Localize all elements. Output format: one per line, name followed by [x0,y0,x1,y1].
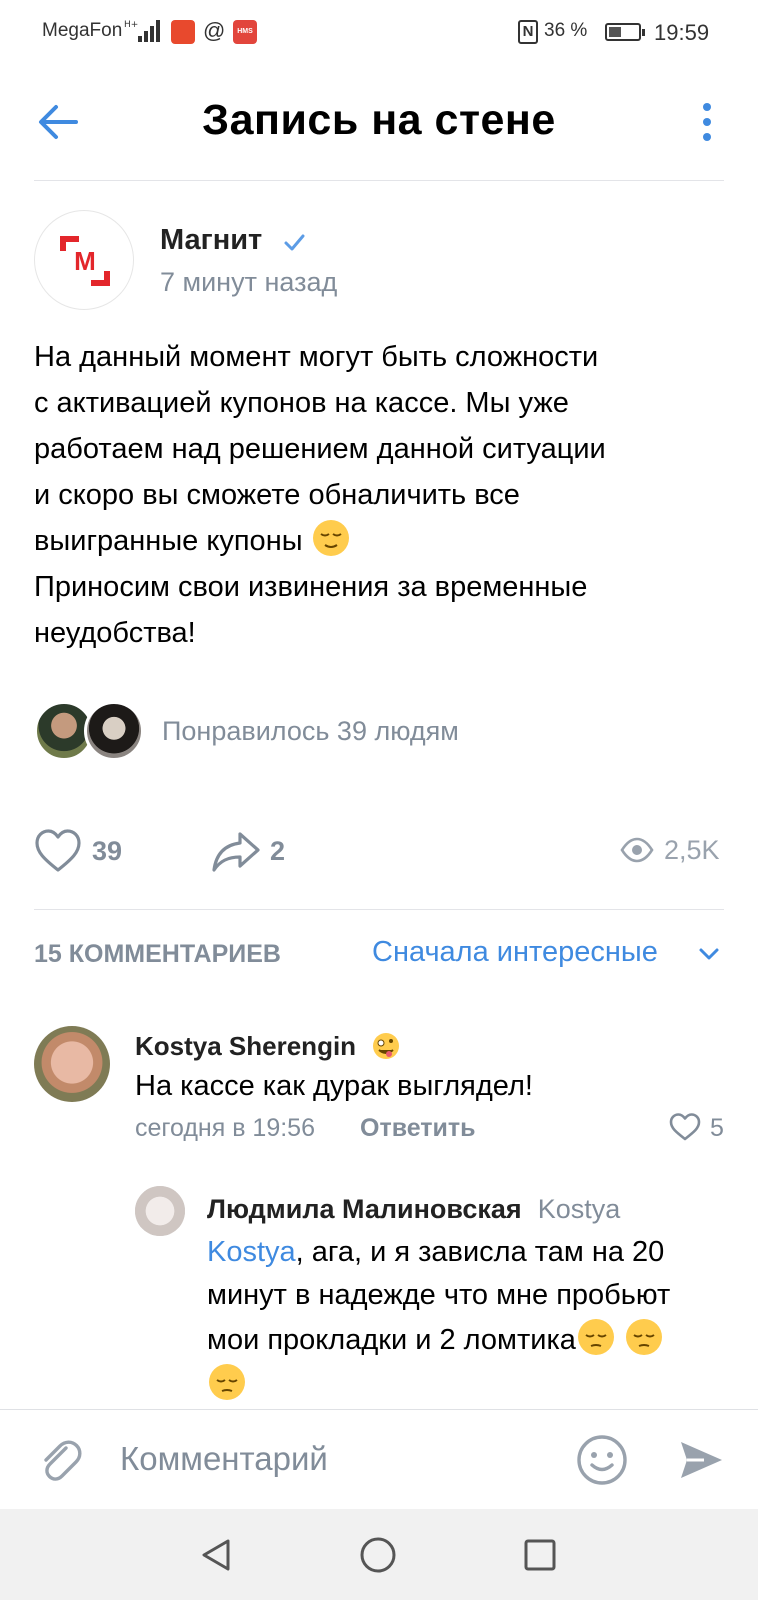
liked-by-text[interactable]: Понравилось 39 людям [162,716,459,747]
nav-home-icon[interactable] [358,1535,398,1575]
system-nav-bar [0,1509,758,1600]
author-avatar[interactable]: М [34,210,134,310]
eye-icon [620,837,654,863]
battery-icon [605,23,645,41]
at-icon: @ [203,18,226,43]
post-line: работаем над решением данной ситуации [34,433,606,465]
post-time: 7 минут назад [160,267,338,297]
post-line: Приносим свои извинения за временные [34,571,588,603]
avatar [84,701,144,761]
comment-author[interactable]: Kostya Sherengin [135,1031,356,1062]
status-bar: MegaFon H+ @ HMS N 36 % 19:59 [0,0,758,64]
reply-avatar[interactable] [135,1186,185,1236]
battery-percent: 36 % [544,20,588,41]
signal-icon: H+ [124,20,160,42]
comment-composer: Комментарий [0,1409,758,1509]
top-bar: Запись на стене [0,64,758,182]
reply-to[interactable]: Kostya [538,1194,621,1224]
post-line: На данный момент могут быть сложности [34,341,599,373]
nav-recents-icon[interactable] [520,1535,560,1575]
magnit-logo-icon: М [60,236,110,286]
paperclip-icon[interactable] [36,1436,84,1484]
reply-author[interactable]: Людмила Малиновская [207,1194,522,1224]
heart-icon [669,1113,701,1141]
sort-dropdown[interactable]: Сначала интересные [372,936,658,969]
like-count: 39 [92,836,123,866]
comment-input[interactable]: Комментарий [120,1440,328,1478]
hms-icon: HMS [233,20,257,44]
commenter-avatar[interactable] [34,1026,110,1102]
zany-face-emoji-icon [373,1033,399,1059]
comment-text: На кассе как дурак выглядел! [135,1070,533,1102]
clock: 19:59 [654,20,710,45]
share-count: 2 [270,836,286,866]
verified-check-icon [284,234,305,251]
share-icon [212,832,260,872]
post-text: На данный момент могут быть сложности с а… [34,334,724,656]
likers-avatars[interactable] [34,701,146,761]
comments-count: 15 КОММЕНТАРИЕВ [34,940,281,968]
network-type: H+ [124,20,138,30]
battery-fill [609,27,621,37]
aliexpress-icon [171,20,195,44]
views-counter: 2,5K [620,833,730,869]
divider [34,909,724,910]
comment-time: сегодня в 19:56 [135,1114,315,1142]
reply-button[interactable]: Ответить [360,1114,476,1143]
page-title: Запись на стене [202,96,556,144]
post-line: неудобства! [34,617,196,649]
post-line: выигранные купоны [34,525,303,557]
chevron-down-icon[interactable] [698,946,720,962]
reply-comment: Людмила Малиновская Kostya Kostya, ага, … [207,1188,727,1407]
comment-like-button[interactable]: 5 [668,1112,732,1144]
reply-mention[interactable]: Kostya [207,1236,296,1268]
divider [34,180,724,181]
more-vertical-icon[interactable] [694,100,720,144]
share-button[interactable]: 2 [210,828,310,876]
like-button[interactable]: 39 [34,828,144,876]
post-line: с активацией купонов на кассе. Мы уже [34,387,569,419]
pensive-face-emoji-icon [625,1319,662,1355]
nav-back-icon[interactable] [196,1535,236,1575]
smile-icon[interactable] [576,1434,628,1486]
views-count: 2,5K [664,835,720,865]
comment-like-count: 5 [710,1114,724,1142]
pensive-face-emoji-icon [209,1364,245,1400]
heart-icon [35,829,81,872]
post-line: и скоро вы сможете обналичить все [34,479,520,511]
relieved-face-emoji-icon [312,520,349,556]
post-author[interactable]: Магнит [160,224,262,257]
pensive-face-emoji-icon [577,1319,614,1355]
send-icon[interactable] [678,1438,724,1482]
nfc-icon: N [518,20,538,44]
logo-letter: М [74,246,96,276]
carrier-name: MegaFon [42,20,123,41]
